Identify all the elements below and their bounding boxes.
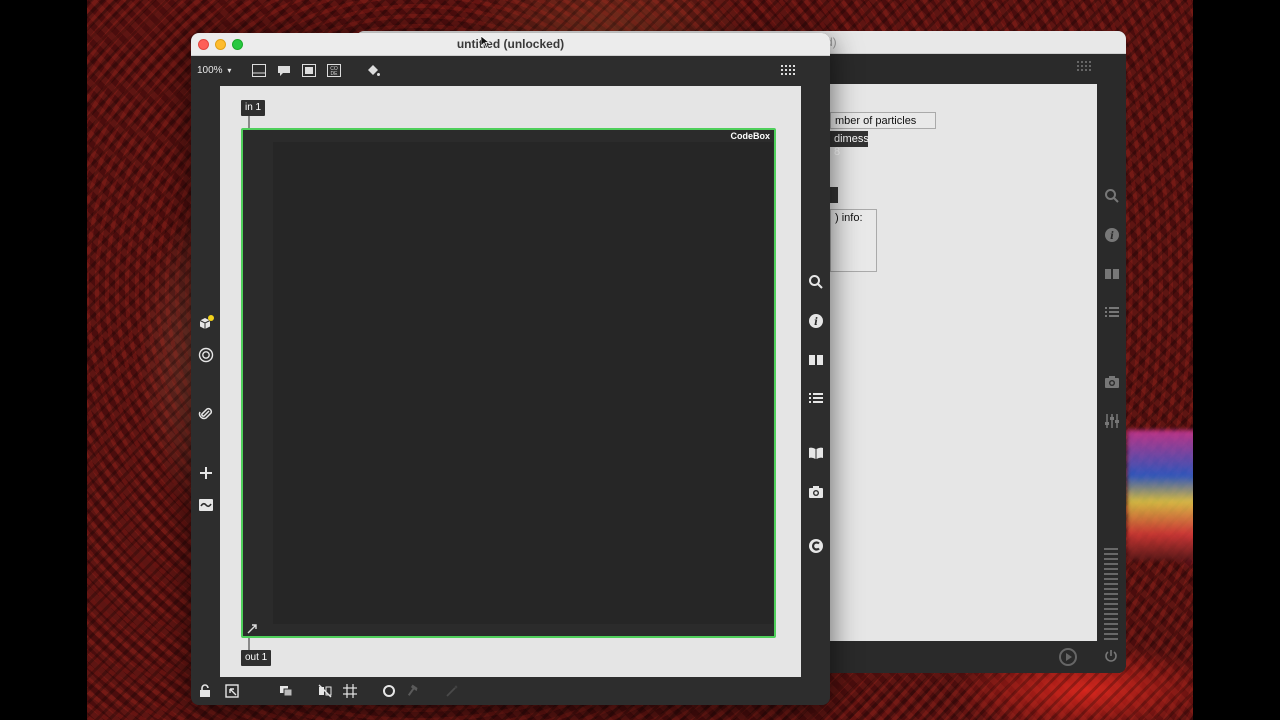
camera-icon[interactable] bbox=[1104, 374, 1120, 390]
patch-cord-out[interactable] bbox=[248, 638, 250, 650]
zoom-value: 100% bbox=[197, 65, 223, 76]
lock-icon[interactable] bbox=[198, 684, 212, 698]
columns-icon[interactable] bbox=[808, 352, 824, 368]
info-icon[interactable]: i bbox=[808, 313, 824, 329]
paperclip-icon[interactable] bbox=[198, 406, 214, 422]
inlet-object[interactable]: in 1 bbox=[241, 100, 266, 116]
object-box-icon[interactable] bbox=[302, 64, 316, 77]
package-icon[interactable] bbox=[198, 315, 214, 331]
message-box[interactable]: dimess 8 bbox=[830, 131, 869, 158]
list-icon[interactable] bbox=[1104, 305, 1120, 321]
mixer-icon[interactable] bbox=[1104, 413, 1120, 429]
patch-cord-in[interactable] bbox=[248, 116, 250, 128]
present-icon[interactable] bbox=[225, 684, 239, 698]
window-titlebar[interactable]: untitled (unlocked) bbox=[191, 33, 830, 56]
left-sidebar bbox=[191, 86, 220, 677]
target-icon[interactable] bbox=[198, 347, 214, 363]
wand-icon[interactable] bbox=[445, 684, 459, 698]
resize-handle-icon[interactable] bbox=[247, 624, 257, 634]
patcher-window[interactable]: untitled (unlocked) 100% ▾ CO DE in 1 Co… bbox=[191, 33, 830, 705]
bottom-toolbar bbox=[191, 677, 830, 705]
comment-icon[interactable] bbox=[277, 64, 291, 77]
columns-icon[interactable] bbox=[1104, 266, 1120, 282]
search-icon[interactable] bbox=[808, 274, 824, 290]
list-icon[interactable] bbox=[808, 391, 824, 407]
right-sidebar: i bbox=[801, 86, 830, 677]
playback-icon[interactable] bbox=[1058, 647, 1078, 667]
info-icon[interactable]: i bbox=[1104, 227, 1120, 243]
hammer-icon[interactable] bbox=[406, 684, 420, 698]
code-box-icon[interactable]: CODE bbox=[327, 64, 341, 77]
number-particles-box[interactable]: mber of particles bbox=[830, 112, 936, 129]
patcher-canvas[interactable]: in 1 CodeBox out 1 bbox=[220, 86, 801, 677]
circle-icon[interactable] bbox=[382, 684, 396, 698]
split-icon[interactable] bbox=[318, 684, 332, 698]
svg-text:i: i bbox=[814, 317, 818, 328]
svg-text:i: i bbox=[1110, 231, 1114, 242]
audio-level-meter bbox=[1104, 548, 1118, 640]
search-icon[interactable] bbox=[1104, 188, 1120, 204]
grid-icon[interactable] bbox=[343, 684, 357, 698]
layers-icon[interactable] bbox=[279, 684, 293, 698]
outlet-object[interactable]: out 1 bbox=[241, 650, 272, 666]
power-icon[interactable] bbox=[1104, 649, 1118, 663]
codebox-object[interactable]: CodeBox bbox=[241, 128, 776, 638]
background-bottom-toolbar bbox=[830, 641, 1126, 673]
c-icon[interactable] bbox=[808, 538, 824, 554]
codebox-label: CodeBox bbox=[730, 131, 770, 141]
svg-text:DE: DE bbox=[331, 71, 339, 77]
book-icon[interactable] bbox=[808, 445, 824, 461]
window-title: untitled (unlocked) bbox=[456, 37, 565, 51]
presentation-frame-icon[interactable] bbox=[252, 64, 266, 77]
camera-icon[interactable] bbox=[808, 484, 824, 500]
plus-icon[interactable] bbox=[198, 465, 214, 481]
code-editor-area[interactable] bbox=[273, 142, 773, 624]
dark-object-box[interactable] bbox=[830, 187, 838, 203]
chevron-down-icon: ▾ bbox=[227, 66, 232, 75]
zoom-select[interactable]: 100% ▾ bbox=[197, 65, 231, 76]
patcher-toolbar: 100% ▾ CO DE bbox=[191, 56, 830, 86]
wallpaper-light bbox=[1127, 430, 1193, 560]
info-comment-box[interactable]: ) info: bbox=[830, 209, 877, 272]
grid-toggle-icon[interactable] bbox=[1077, 61, 1093, 75]
grid-toggle-icon[interactable] bbox=[781, 65, 797, 79]
mouse-pointer-icon bbox=[481, 36, 490, 49]
background-patcher-canvas[interactable]: mber of particles dimess 8 ) info: bbox=[830, 84, 1097, 641]
paint-bucket-icon[interactable] bbox=[366, 64, 380, 77]
signal-icon[interactable] bbox=[198, 497, 214, 513]
